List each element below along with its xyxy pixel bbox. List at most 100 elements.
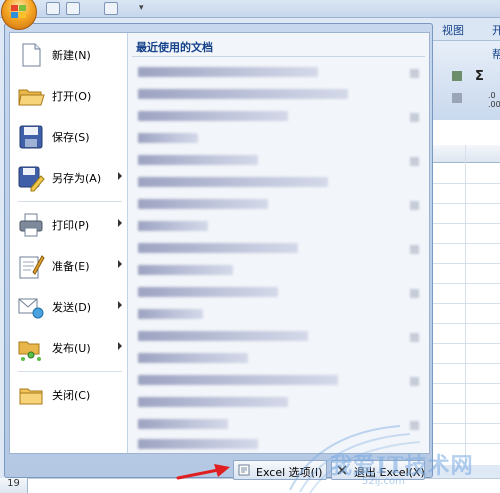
grid-line: [430, 283, 500, 284]
open-folder-icon: [17, 82, 45, 110]
recent-document-item[interactable]: [138, 67, 318, 77]
pin-icon[interactable]: [410, 377, 419, 386]
menu-item-open[interactable]: 打开(O): [12, 76, 126, 116]
recent-document-item[interactable]: [138, 397, 288, 407]
recent-document-item[interactable]: [138, 375, 338, 385]
office-menu-panel: 新建(N) 打开(O) 保存(S) 另存为(A) 打印(P) 准备(E) 发送(…: [9, 32, 430, 454]
pin-icon[interactable]: [410, 421, 419, 430]
submenu-arrow-icon: [118, 172, 122, 180]
send-icon: [17, 293, 45, 321]
submenu-arrow-icon: [118, 260, 122, 268]
publish-icon: [17, 334, 45, 362]
pin-icon[interactable]: [410, 69, 419, 78]
exit-excel-label: 退出 Excel(X): [354, 466, 425, 479]
options-icon: [238, 464, 250, 476]
tab-partial[interactable]: 开: [492, 22, 500, 38]
recent-document-item[interactable]: [138, 177, 328, 187]
prepare-icon: [17, 252, 45, 280]
recent-document-item[interactable]: [138, 111, 288, 121]
menu-item-new[interactable]: 新建(N): [12, 35, 126, 75]
recent-document-item[interactable]: [138, 419, 228, 429]
menu-item-label: 关闭(C): [52, 389, 91, 402]
recent-document-item[interactable]: [138, 89, 348, 99]
tab-view[interactable]: 视图: [442, 22, 464, 38]
recent-document-item[interactable]: [138, 133, 198, 143]
title-divider: [132, 56, 425, 57]
grid-line: [430, 303, 500, 304]
recent-documents-title: 最近使用的文档: [136, 41, 213, 54]
recent-document-item[interactable]: [138, 331, 308, 341]
menu-item-print[interactable]: 打印(P): [12, 205, 126, 245]
pin-icon[interactable]: [410, 113, 419, 122]
menu-separator: [18, 201, 122, 202]
office-logo-icon: [11, 5, 28, 20]
excel-options-button[interactable]: Excel 选项(I): [233, 460, 327, 480]
ribbon-small-icon[interactable]: [452, 71, 462, 81]
grid-line: [430, 323, 500, 324]
annotation-arrow-icon: [176, 464, 230, 480]
autosum-icon[interactable]: Σ: [475, 69, 484, 84]
recent-document-item[interactable]: [138, 155, 258, 165]
menu-item-label: 打开(O): [52, 90, 92, 103]
printer-icon: [17, 211, 45, 239]
excel-options-label: Excel 选项(I): [256, 466, 323, 479]
grid-line: [430, 263, 500, 264]
quick-access-toolbar: ▾: [0, 0, 500, 18]
menu-separator: [18, 371, 122, 372]
row-number: 19: [0, 478, 28, 493]
menu-item-label: 保存(S): [52, 131, 90, 144]
exit-excel-button[interactable]: 退出 Excel(X): [331, 460, 425, 480]
recent-document-item[interactable]: [138, 353, 248, 363]
recent-document-item[interactable]: [138, 265, 233, 275]
submenu-arrow-icon: [118, 342, 122, 350]
pin-icon[interactable]: [410, 333, 419, 342]
menu-item-label: 发布(U): [52, 342, 91, 355]
redo-icon[interactable]: [104, 2, 118, 15]
menu-item-send[interactable]: 发送(D): [12, 287, 126, 327]
menu-item-save[interactable]: 保存(S): [12, 117, 126, 157]
recent-document-item[interactable]: [138, 199, 268, 209]
grid-line: [430, 183, 500, 184]
ribbon-body: 帮 Σ .0.00: [430, 40, 500, 120]
worksheet-row[interactable]: [0, 478, 500, 493]
menu-item-label: 准备(E): [52, 260, 90, 273]
menu-item-close[interactable]: 关闭(C): [12, 375, 126, 415]
recent-document-item[interactable]: [138, 309, 203, 319]
menu-item-label: 另存为(A): [52, 172, 102, 185]
menu-item-label: 新建(N): [52, 49, 91, 62]
grid-line: [430, 403, 500, 404]
ribbon-small-icon[interactable]: [452, 93, 462, 103]
grid-line: [430, 363, 500, 364]
menu-item-label: 打印(P): [52, 219, 90, 232]
ribbon-group-label: 帮: [492, 48, 500, 61]
grid-line: [430, 343, 500, 344]
pin-icon[interactable]: [410, 201, 419, 210]
recent-documents-pane: 最近使用的文档: [128, 33, 429, 453]
pin-icon[interactable]: [410, 157, 419, 166]
grid-line: [430, 383, 500, 384]
pin-icon[interactable]: [410, 289, 419, 298]
grid-line: [430, 223, 500, 224]
menu-item-save-as[interactable]: 另存为(A): [12, 158, 126, 198]
close-icon: [336, 464, 348, 476]
save-as-icon: [17, 164, 45, 192]
grid-line: [430, 443, 500, 444]
grid-line: [465, 145, 466, 465]
ribbon-tabs: 视图 开: [430, 18, 500, 40]
command-list: 新建(N) 打开(O) 保存(S) 另存为(A) 打印(P) 准备(E) 发送(…: [10, 33, 128, 453]
submenu-arrow-icon: [118, 301, 122, 309]
grid-line: [430, 423, 500, 424]
recent-document-item[interactable]: [138, 221, 208, 231]
menu-item-prepare[interactable]: 准备(E): [12, 246, 126, 286]
save-icon[interactable]: [46, 2, 60, 15]
customize-toolbar-icon[interactable]: ▾: [139, 3, 144, 13]
pin-icon[interactable]: [410, 245, 419, 254]
menu-item-publish[interactable]: 发布(U): [12, 328, 126, 368]
undo-icon[interactable]: [66, 2, 80, 15]
close-folder-icon: [17, 381, 45, 409]
recent-document-item[interactable]: [138, 243, 298, 253]
recent-document-item[interactable]: [138, 287, 278, 297]
decimal-icon[interactable]: .0.00: [488, 91, 500, 109]
recent-document-item[interactable]: [138, 439, 258, 449]
menu-item-label: 发送(D): [52, 301, 92, 314]
